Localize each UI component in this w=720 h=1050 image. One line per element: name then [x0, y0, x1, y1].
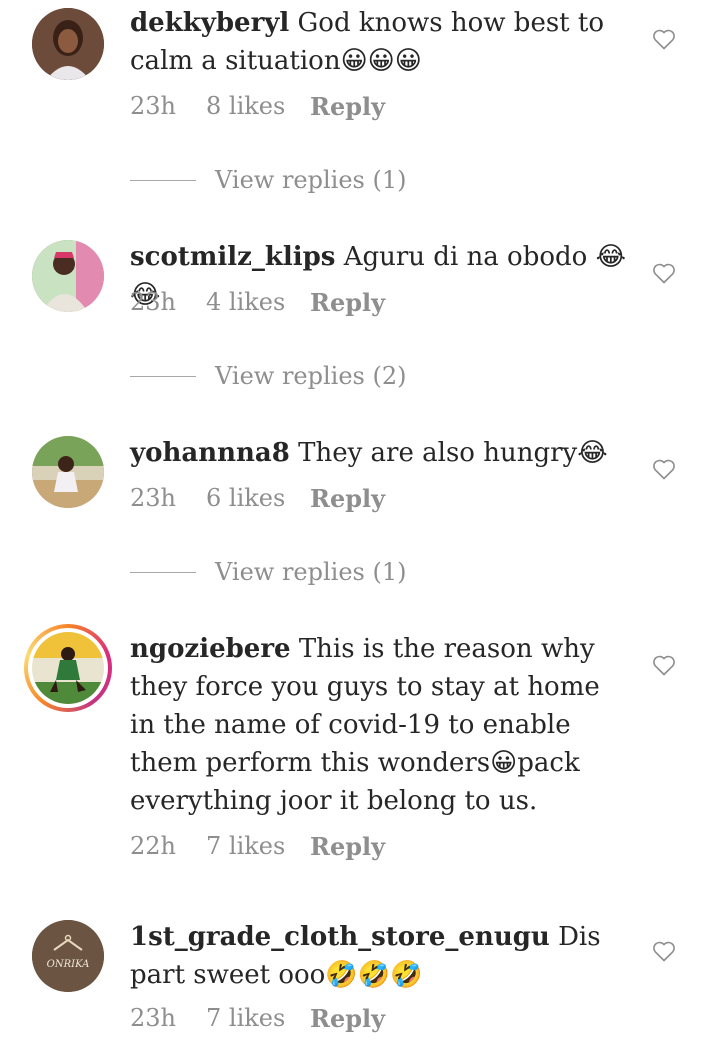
avatar-image [32, 436, 104, 508]
reply-button[interactable]: Reply [310, 92, 385, 121]
avatar-image [32, 632, 104, 704]
comment-meta: 23h 7 likes Reply [130, 1004, 385, 1033]
comment-likes-count[interactable]: 8 likes [206, 92, 310, 121]
view-replies-label: View replies (1) [215, 558, 407, 586]
avatar-image: ONRIKA [32, 920, 104, 992]
comment-meta: 23h 6 likes Reply [130, 484, 385, 513]
avatar [32, 632, 104, 704]
heart-outline-icon[interactable] [652, 458, 676, 480]
comment-likes-count[interactable]: 7 likes [206, 832, 310, 861]
view-replies-label: View replies (2) [215, 362, 407, 390]
comment-timestamp: 23h [130, 288, 176, 316]
avatar[interactable] [32, 240, 104, 312]
comment-body: 1st_grade_cloth_store_enugu Dis part swe… [130, 918, 630, 994]
reply-button[interactable]: Reply [310, 288, 385, 317]
avatar[interactable] [32, 436, 104, 508]
comment-username[interactable]: scotmilz_klips [130, 242, 335, 272]
comment-emoji: 😀 [490, 748, 518, 778]
view-replies-label: View replies (1) [215, 166, 407, 194]
avatar[interactable] [32, 8, 104, 80]
comment-username[interactable]: yohannna8 [130, 438, 290, 468]
avatar[interactable]: ONRIKA [32, 920, 104, 992]
comment-body: dekkyberyl God knows how best to calm a … [130, 4, 630, 80]
comment-body: yohannna8 They are also hungry😂 [130, 434, 630, 472]
reply-button[interactable]: Reply [310, 832, 385, 861]
comment-timestamp: 23h [130, 92, 176, 120]
divider [130, 179, 196, 181]
comment-meta: 23h 8 likes Reply [130, 92, 385, 121]
heart-outline-icon[interactable] [652, 940, 676, 962]
heart-outline-icon[interactable] [652, 262, 676, 284]
comment-meta: 23h 4 likes Reply [130, 288, 385, 317]
comment-meta: 22h 7 likes Reply [130, 832, 385, 861]
comment-text: Aguru di na obodo [335, 242, 596, 272]
view-replies-button[interactable]: View replies (1) [130, 558, 407, 586]
comment-timestamp: 22h [130, 832, 176, 860]
divider [130, 571, 196, 573]
divider [130, 375, 196, 377]
comment-emoji: 🤣🤣🤣 [325, 960, 423, 990]
comment-emoji: 😀😀😀 [340, 46, 422, 76]
heart-outline-icon[interactable] [652, 654, 676, 676]
avatar-logo-text: ONRIKA [47, 959, 90, 970]
view-replies-button[interactable]: View replies (1) [130, 166, 407, 194]
comment-username[interactable]: ngoziebere [130, 634, 291, 664]
reply-button[interactable]: Reply [310, 1004, 385, 1033]
comment-likes-count[interactable]: 7 likes [206, 1004, 310, 1033]
comment-username[interactable]: dekkyberyl [130, 8, 289, 38]
comment-timestamp: 23h [130, 1004, 176, 1032]
avatar-image [32, 240, 104, 312]
comment-text: They are also hungry [289, 438, 578, 468]
reply-button[interactable]: Reply [310, 484, 385, 513]
avatar-story-ring[interactable] [24, 624, 112, 712]
comment-username[interactable]: 1st_grade_cloth_store_enugu [130, 922, 550, 952]
view-replies-button[interactable]: View replies (2) [130, 362, 407, 390]
comment-likes-count[interactable]: 4 likes [206, 288, 310, 317]
comment-emoji: 😂 [577, 438, 608, 468]
avatar-image [32, 8, 104, 80]
comment-body: ngoziebere This is the reason why they f… [130, 630, 630, 820]
heart-outline-icon[interactable] [652, 28, 676, 50]
comment-timestamp: 23h [130, 484, 176, 512]
comment-likes-count[interactable]: 6 likes [206, 484, 310, 513]
